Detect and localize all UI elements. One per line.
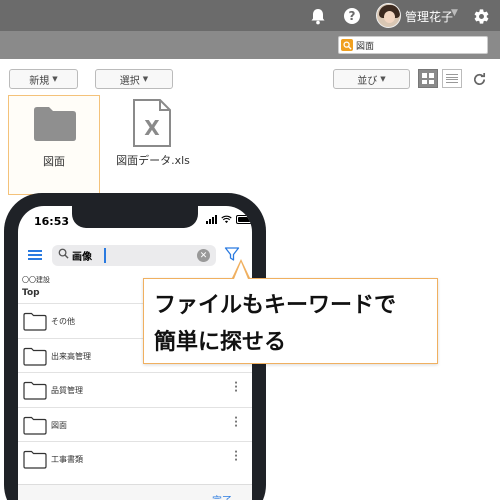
grid-view-icon[interactable] bbox=[418, 69, 438, 88]
caret-down-icon: ▼ bbox=[380, 75, 386, 83]
svg-text:X: X bbox=[144, 116, 160, 140]
screen: ? 管理花子 ▼ 新規 ▼ 選択 ▼ 並び ▼ bbox=[0, 0, 500, 500]
folder-icon bbox=[23, 347, 47, 366]
list-item-label: 工事書類 bbox=[51, 455, 83, 464]
status-icons bbox=[206, 215, 252, 224]
username[interactable]: 管理花子 bbox=[405, 8, 453, 25]
search-icon bbox=[58, 248, 69, 259]
callout-line-1: ファイルもキーワードで bbox=[154, 293, 397, 318]
list-item-label: 出来高管理 bbox=[51, 351, 91, 361]
more-icon[interactable]: · · · bbox=[232, 413, 240, 431]
clear-icon[interactable]: ✕ bbox=[197, 249, 210, 262]
bell-icon[interactable] bbox=[307, 5, 329, 27]
breadcrumb[interactable]: 〇〇建設 bbox=[22, 275, 50, 285]
wifi-icon bbox=[221, 215, 232, 224]
list-item[interactable]: 品質管理 · · · bbox=[18, 372, 252, 407]
top-bar: ? 管理花子 ▼ bbox=[0, 0, 500, 31]
file-card-excel[interactable]: X 図面データ.xls bbox=[107, 95, 199, 195]
phone-bottom-bar: 完了 bbox=[18, 484, 252, 500]
refresh-icon[interactable] bbox=[468, 69, 490, 89]
caret-down-icon: ▼ bbox=[142, 75, 149, 83]
excel-file-icon: X bbox=[133, 99, 171, 147]
file-name: 図面 bbox=[43, 155, 65, 168]
list-item[interactable]: 図面 · · · bbox=[18, 406, 252, 442]
folder-icon bbox=[23, 450, 47, 469]
status-time: 16:53 bbox=[34, 215, 70, 228]
search-input[interactable] bbox=[356, 38, 484, 52]
search-icon bbox=[341, 39, 353, 51]
list-view-icon[interactable] bbox=[442, 69, 462, 88]
select-button[interactable]: 選択 ▼ bbox=[95, 69, 173, 89]
caret-down-icon[interactable]: ▼ bbox=[451, 8, 458, 18]
avatar[interactable] bbox=[376, 3, 401, 28]
sort-button[interactable]: 並び ▼ bbox=[333, 69, 410, 89]
folder-icon bbox=[34, 107, 76, 141]
list-item-label: 図面 bbox=[51, 420, 67, 430]
more-icon[interactable]: · · · bbox=[232, 448, 240, 466]
gear-icon[interactable] bbox=[470, 5, 492, 27]
folder-icon bbox=[23, 381, 47, 400]
phone-nav-bar: ✕ bbox=[18, 240, 252, 270]
menu-icon[interactable] bbox=[28, 250, 42, 260]
help-icon-glyph: ? bbox=[344, 8, 360, 24]
new-button[interactable]: 新規 ▼ bbox=[9, 69, 78, 89]
list-item-label: 品質管理 bbox=[51, 386, 83, 395]
callout: ファイルもキーワードで 簡単に探せる bbox=[143, 278, 438, 364]
callout-line-2: 簡単に探せる bbox=[154, 330, 287, 355]
file-name: 図面データ.xls bbox=[116, 154, 190, 167]
file-card-folder[interactable]: 図面 bbox=[8, 95, 100, 195]
done-button[interactable]: 完了 bbox=[212, 492, 232, 500]
new-button-label: 新規 bbox=[29, 75, 50, 87]
callout-tail-inner bbox=[234, 262, 248, 279]
folder-icon bbox=[23, 416, 47, 435]
folder-icon bbox=[23, 312, 47, 331]
search-field[interactable] bbox=[338, 36, 488, 54]
help-icon[interactable]: ? bbox=[341, 5, 363, 27]
select-button-label: 選択 bbox=[119, 75, 140, 87]
caret-down-icon: ▼ bbox=[52, 75, 58, 83]
battery-icon bbox=[236, 215, 252, 224]
phone-search-input[interactable] bbox=[72, 248, 106, 263]
list-item-label: その他 bbox=[51, 317, 75, 326]
list-item[interactable]: 工事書類 · · · bbox=[18, 441, 252, 476]
phone-search-field[interactable]: ✕ bbox=[52, 245, 216, 266]
folder-title: Top bbox=[22, 288, 40, 298]
sort-button-label: 並び bbox=[357, 75, 378, 87]
signal-icon bbox=[206, 215, 217, 224]
more-icon[interactable]: · · · bbox=[232, 379, 240, 397]
phone-notch bbox=[72, 206, 198, 228]
